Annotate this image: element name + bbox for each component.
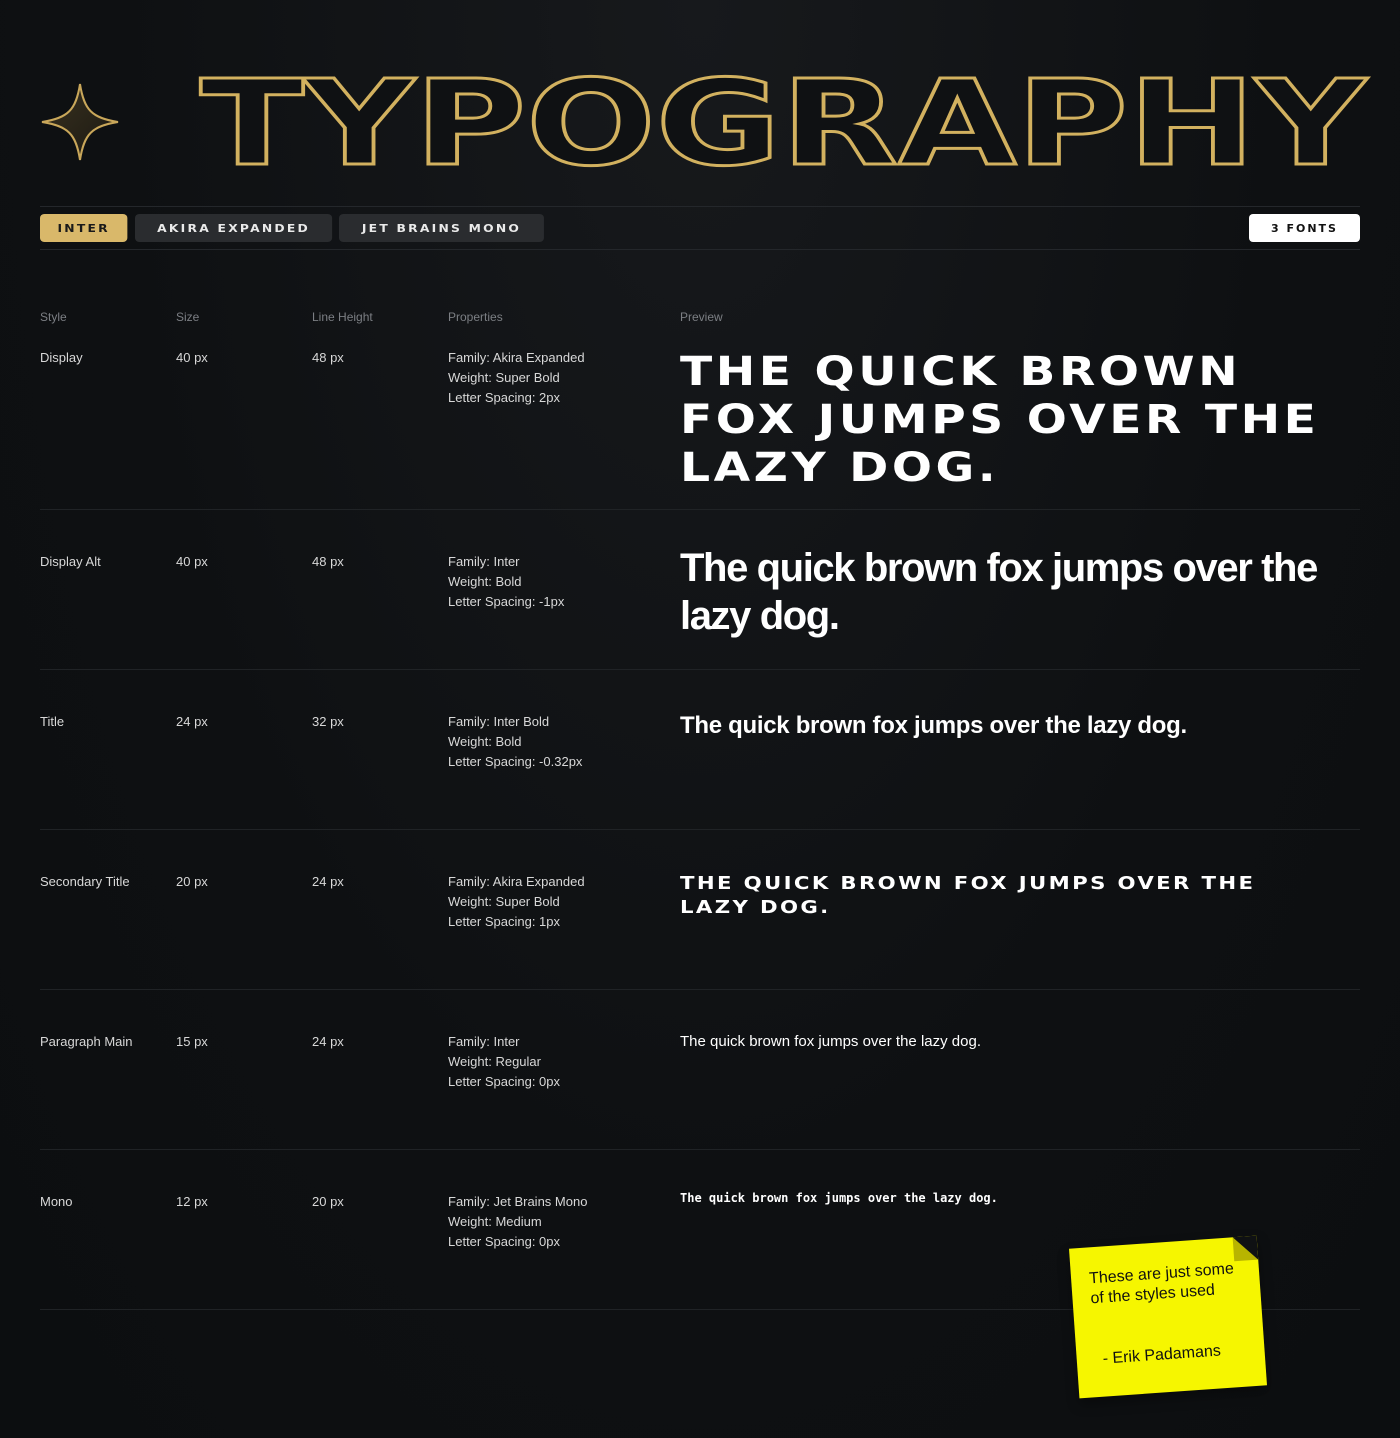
weight-value: Weight: Regular (448, 1054, 541, 1069)
column-header-preview: Preview (680, 310, 723, 324)
table-row: Title 24 px 32 px Family: Inter Bold Wei… (40, 712, 1360, 830)
column-header-style: Style (40, 310, 67, 324)
line-height-value: 24 px (312, 1034, 344, 1049)
preview-text: The quick brown fox jumps over the lazy … (680, 349, 1320, 491)
letter-spacing-value: Letter Spacing: 2px (448, 390, 561, 405)
table-row: Display 40 px 48 px Family: Akira Expand… (40, 348, 1360, 510)
family-value: Family: Jet Brains Mono (448, 1194, 588, 1209)
preview-text: The quick brown fox jumps over the lazy … (680, 1191, 998, 1205)
style-name: Paragraph Main (40, 1034, 133, 1049)
table-row: Secondary Title 20 px 24 px Family: Akir… (40, 872, 1360, 990)
style-name: Display (40, 350, 83, 365)
font-tab-bar: INTER AKIRA EXPANDED JET BRAINS MONO 3 F… (40, 206, 1360, 250)
sticky-note: These are just some of the styles used -… (1068, 1235, 1268, 1399)
weight-value: Weight: Bold (448, 574, 522, 589)
weight-value: Weight: Super Bold (448, 894, 560, 909)
preview-text: The quick brown fox jumps over the lazy … (680, 873, 1256, 918)
line-height-value: 24 px (312, 874, 344, 889)
family-value: Family: Inter (448, 554, 520, 569)
tab-inter[interactable]: INTER (40, 214, 128, 242)
size-value: 12 px (176, 1194, 208, 1209)
letter-spacing-value: Letter Spacing: -1px (448, 594, 565, 609)
letter-spacing-value: Letter Spacing: 0px (448, 1074, 561, 1089)
sticky-note-signature: - Erik Padamans (1102, 1342, 1222, 1368)
preview-text: The quick brown fox jumps over the lazy … (680, 546, 1318, 638)
style-name: Display Alt (40, 554, 101, 569)
letter-spacing-value: Letter Spacing: 1px (448, 914, 561, 929)
column-header-properties: Properties (448, 310, 503, 324)
preview-text: The quick brown fox jumps over the lazy … (680, 712, 1187, 739)
letter-spacing-value: Letter Spacing: 0px (448, 1234, 561, 1249)
table-header: Style Size Line Height Properties Previe… (40, 310, 1360, 330)
table-row: Display Alt 40 px 48 px Family: Inter We… (40, 546, 1360, 670)
size-value: 40 px (176, 350, 208, 365)
letter-spacing-value: Letter Spacing: -0.32px (448, 754, 583, 769)
size-value: 20 px (176, 874, 208, 889)
family-value: Family: Akira Expanded (448, 874, 585, 889)
preview-text: The quick brown fox jumps over the lazy … (680, 1033, 981, 1050)
line-height-value: 48 px (312, 350, 344, 365)
style-name: Secondary Title (40, 874, 130, 889)
table-row: Paragraph Main 15 px 24 px Family: Inter… (40, 1032, 1360, 1150)
line-height-value: 48 px (312, 554, 344, 569)
page-title-text: TYPOGRAPHY (200, 54, 1368, 192)
size-value: 40 px (176, 554, 208, 569)
family-value: Family: Akira Expanded (448, 350, 585, 365)
tab-akira-expanded[interactable]: AKIRA EXPANDED (135, 214, 333, 242)
sticky-note-fold (1232, 1235, 1259, 1262)
page-title: TYPOGRAPHY (199, 53, 1370, 194)
properties: Family: Inter Weight: Regular Letter Spa… (448, 1032, 560, 1092)
tab-jet-brains-mono[interactable]: JET BRAINS MONO (339, 214, 544, 242)
four-point-star-icon (40, 82, 120, 162)
line-height-value: 32 px (312, 714, 344, 729)
properties: Family: Inter Weight: Bold Letter Spacin… (448, 552, 564, 612)
weight-value: Weight: Bold (448, 734, 522, 749)
properties: Family: Jet Brains Mono Weight: Medium L… (448, 1192, 587, 1252)
size-value: 15 px (176, 1034, 208, 1049)
size-value: 24 px (176, 714, 208, 729)
family-value: Family: Inter Bold (448, 714, 550, 729)
properties: Family: Akira Expanded Weight: Super Bol… (448, 872, 585, 932)
column-header-size: Size (176, 310, 200, 324)
weight-value: Weight: Medium (448, 1214, 542, 1229)
line-height-value: 20 px (312, 1194, 344, 1209)
family-value: Family: Inter (448, 1034, 520, 1049)
properties: Family: Inter Bold Weight: Bold Letter S… (448, 712, 582, 772)
style-name: Title (40, 714, 65, 729)
style-name: Mono (40, 1194, 73, 1209)
column-header-line-height: Line Height (312, 310, 373, 324)
properties: Family: Akira Expanded Weight: Super Bol… (448, 348, 585, 408)
weight-value: Weight: Super Bold (448, 370, 560, 385)
font-count-badge: 3 FONTS (1249, 214, 1360, 242)
sticky-note-text: These are just some of the styles used (1088, 1260, 1235, 1308)
